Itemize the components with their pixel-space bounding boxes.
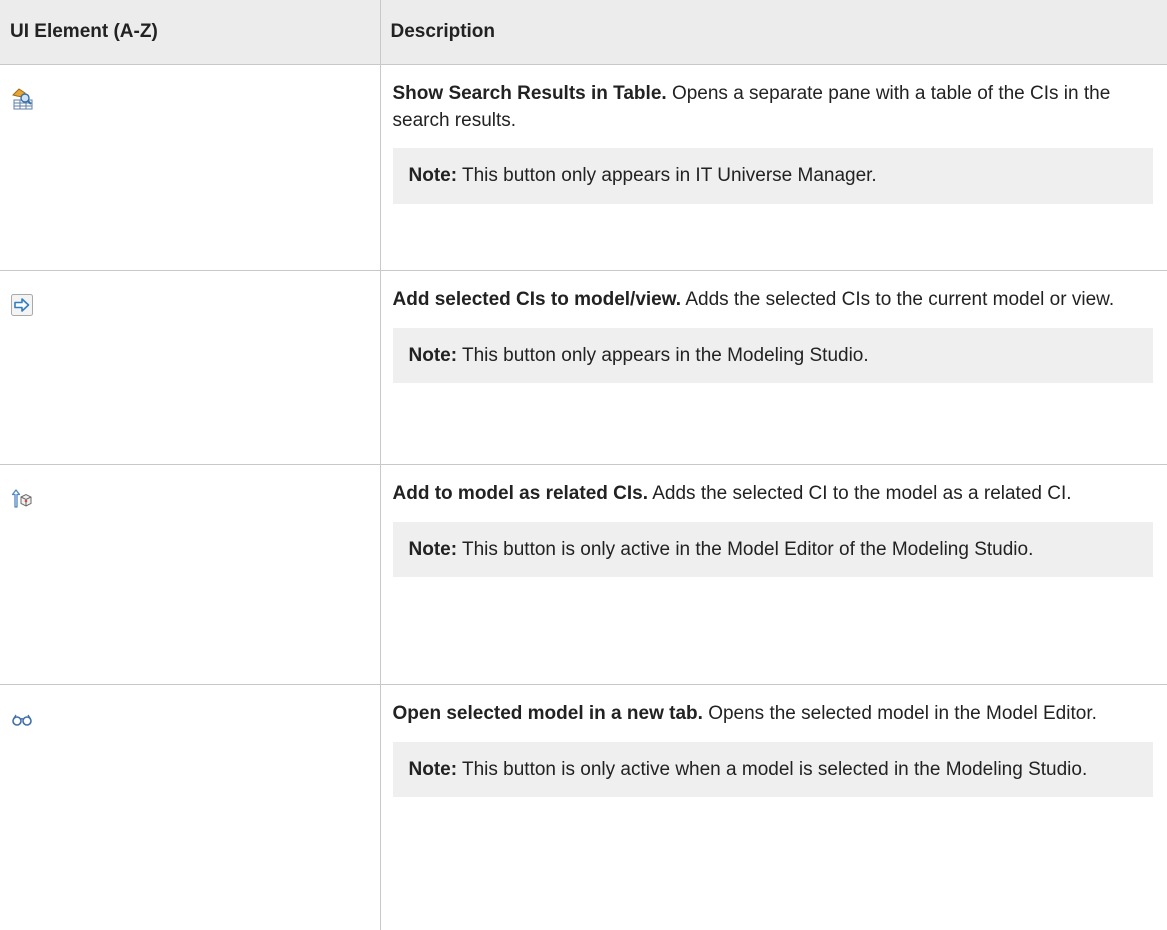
description-cell: Add selected CIs to model/view. Adds the…: [380, 271, 1167, 465]
table-header-row: UI Element (A-Z) Description: [0, 0, 1167, 65]
glasses-icon: [10, 707, 34, 731]
description-cell: Add to model as related CIs. Adds the se…: [380, 465, 1167, 685]
ui-elements-table: UI Element (A-Z) Description Show Search…: [0, 0, 1167, 930]
note-box: Note: This button is only active when a …: [393, 742, 1154, 798]
description-text: Add selected CIs to model/view. Adds the…: [393, 287, 1154, 314]
icon-cell: [0, 65, 380, 271]
element-title: Show Search Results in Table.: [393, 83, 667, 104]
arrow-right-icon: [10, 293, 34, 317]
description-text: Open selected model in a new tab. Opens …: [393, 701, 1154, 728]
icon-cell: [0, 685, 380, 930]
description-cell: Show Search Results in Table. Opens a se…: [380, 65, 1167, 271]
table-row: Add to model as related CIs. Adds the se…: [0, 465, 1167, 685]
note-box: Note: This button only appears in the Mo…: [393, 328, 1154, 384]
element-title: Add to model as related CIs.: [393, 483, 649, 504]
add-related-cis-icon: [10, 487, 34, 511]
note-box: Note: This button is only active in the …: [393, 522, 1154, 578]
element-title: Add selected CIs to model/view.: [393, 289, 682, 310]
table-row: Show Search Results in Table. Opens a se…: [0, 65, 1167, 271]
description-text: Add to model as related CIs. Adds the se…: [393, 481, 1154, 508]
table-row: Open selected model in a new tab. Opens …: [0, 685, 1167, 930]
element-title: Open selected model in a new tab.: [393, 703, 703, 724]
description-cell: Open selected model in a new tab. Opens …: [380, 685, 1167, 930]
icon-cell: [0, 465, 380, 685]
description-text: Show Search Results in Table. Opens a se…: [393, 81, 1154, 134]
header-ui-element: UI Element (A-Z): [0, 0, 380, 65]
search-table-icon: [10, 87, 34, 111]
header-description: Description: [380, 0, 1167, 65]
icon-cell: [0, 271, 380, 465]
table-row: Add selected CIs to model/view. Adds the…: [0, 271, 1167, 465]
note-box: Note: This button only appears in IT Uni…: [393, 148, 1154, 204]
